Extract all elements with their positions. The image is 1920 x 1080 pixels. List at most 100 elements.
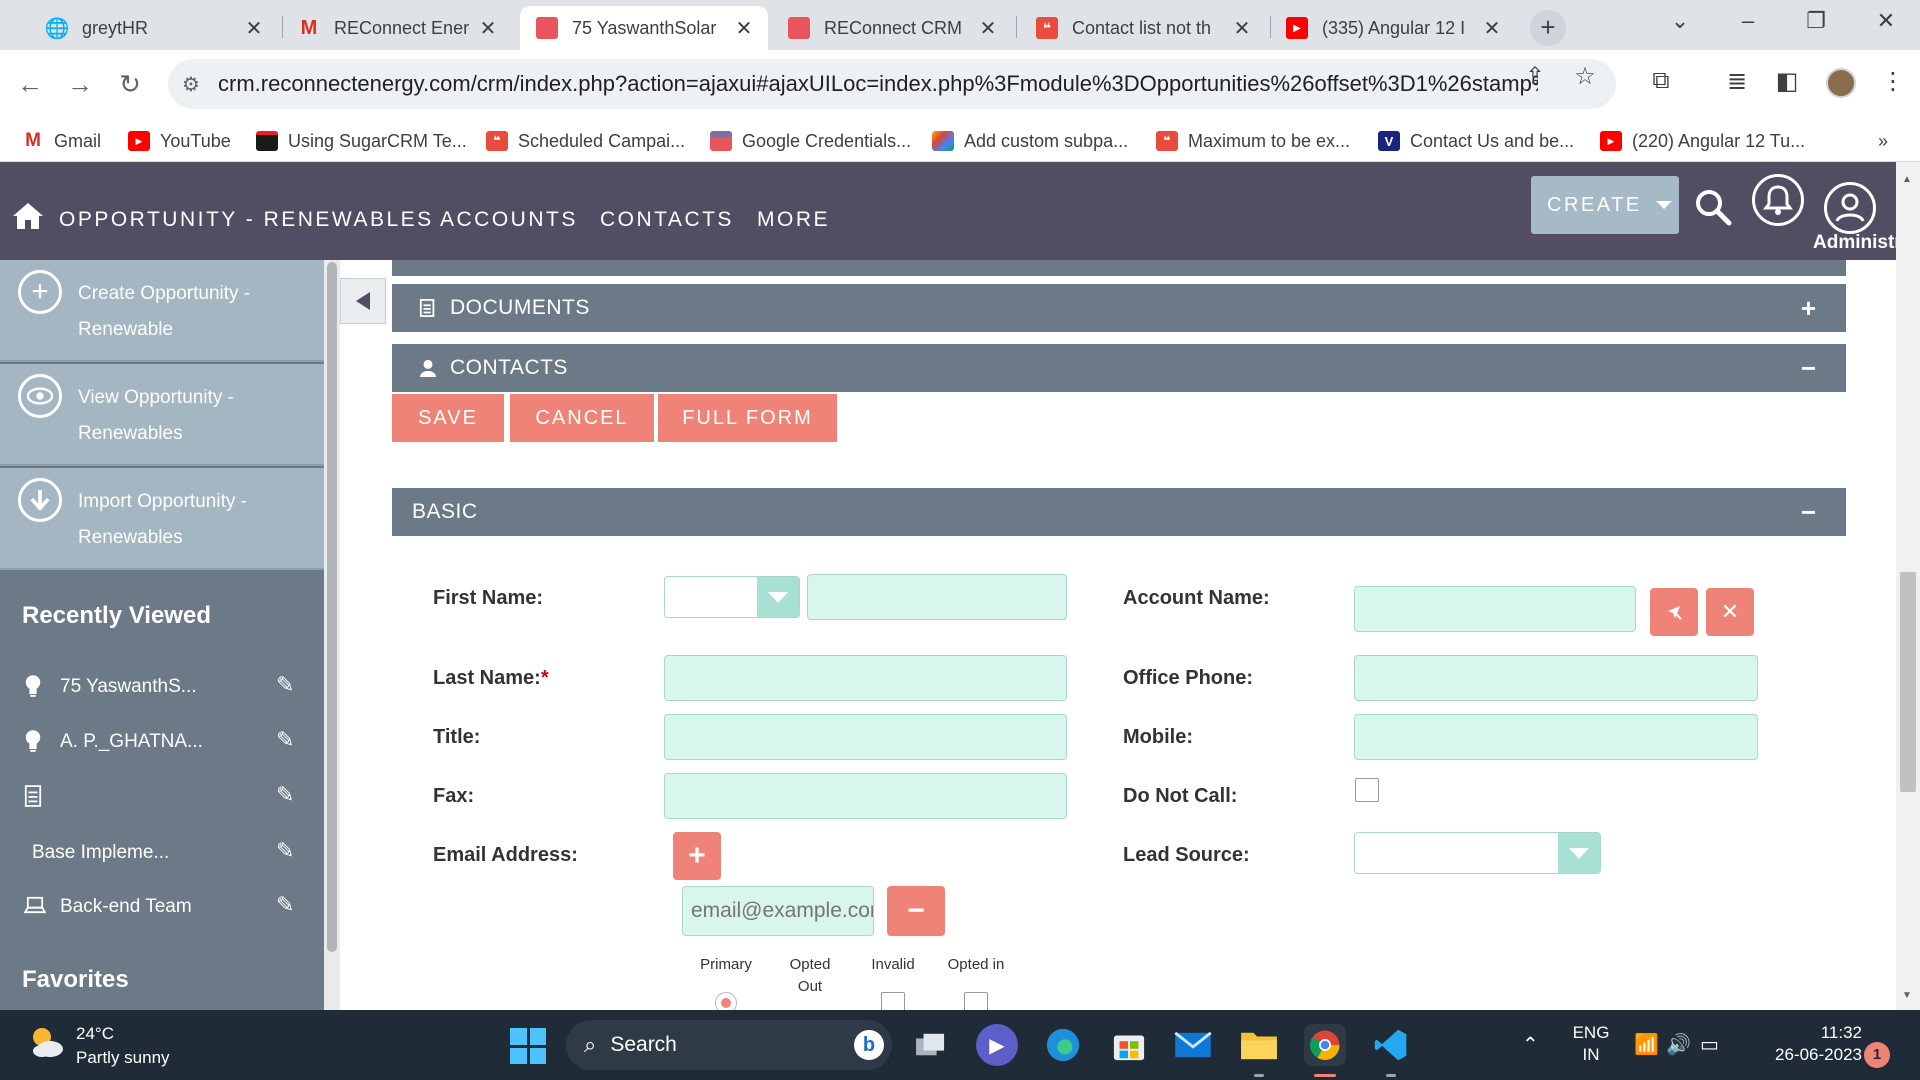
select-account-button[interactable]: [1650, 588, 1698, 636]
admin-label[interactable]: Administr: [1813, 232, 1902, 254]
battery-icon[interactable]: ▭: [1700, 1032, 1719, 1057]
store-icon[interactable]: [1108, 1024, 1150, 1066]
collapse-icon[interactable]: −: [1801, 497, 1816, 528]
home-icon[interactable]: [12, 202, 44, 230]
pencil-icon[interactable]: ✎: [276, 782, 294, 808]
taskbar-search[interactable]: ⌕ Search b: [566, 1020, 892, 1070]
media-queue-icon[interactable]: ≣: [1720, 67, 1754, 96]
weather-widget[interactable]: 24°C Partly sunny: [26, 1022, 170, 1070]
email-input[interactable]: [682, 886, 874, 936]
reload-button[interactable]: ↻: [112, 66, 148, 102]
dropdown-arrow-icon[interactable]: [757, 577, 799, 617]
forward-button[interactable]: →: [62, 66, 98, 102]
wifi-icon[interactable]: 📶: [1634, 1032, 1659, 1057]
bing-icon[interactable]: b: [854, 1030, 884, 1060]
page-scrollbar[interactable]: ▲ ▼: [1896, 162, 1920, 1010]
full-form-button[interactable]: FULL FORM: [658, 394, 837, 442]
url-text[interactable]: crm.reconnectenergy.com/crm/index.php?ac…: [218, 71, 1538, 97]
language-indicator[interactable]: ENG IN: [1566, 1022, 1616, 1066]
sidebar-action-view[interactable]: View Opportunity - Renewables: [0, 364, 324, 466]
back-button[interactable]: ←: [12, 66, 48, 102]
account-name-input[interactable]: [1354, 586, 1636, 632]
side-panel-icon[interactable]: ◧: [1770, 67, 1804, 96]
task-view-icon[interactable]: [910, 1024, 952, 1066]
contacts-panel-header[interactable]: CONTACTS −: [392, 344, 1846, 392]
fax-input[interactable]: [664, 773, 1067, 819]
start-button[interactable]: [510, 1028, 546, 1064]
scroll-up-icon[interactable]: ▲: [1902, 174, 1912, 185]
browser-tab[interactable]: REConnect CRM ✕: [772, 6, 1012, 50]
close-tab-icon[interactable]: ✕: [734, 16, 754, 41]
bookmark-item[interactable]: ❝ Maximum to be ex...: [1156, 128, 1350, 154]
collapse-icon[interactable]: −: [1801, 353, 1816, 384]
browser-tab[interactable]: ❝ Contact list not th ✕: [1020, 6, 1266, 50]
minimize-button[interactable]: –: [1728, 8, 1768, 34]
notification-badge[interactable]: 1: [1864, 1042, 1890, 1068]
tab-search-chevron-icon[interactable]: ⌄: [1660, 8, 1700, 34]
documents-panel-header[interactable]: DOCUMENTS +: [392, 284, 1846, 332]
profile-avatar[interactable]: [1826, 68, 1856, 98]
first-name-input[interactable]: [807, 574, 1067, 620]
pencil-icon[interactable]: ✎: [276, 892, 294, 918]
omnibox[interactable]: ⚙ crm.reconnectenergy.com/crm/index.php?…: [168, 59, 1616, 109]
more-bookmarks-button[interactable]: »: [1878, 128, 1888, 154]
close-tab-icon[interactable]: ✕: [978, 16, 998, 41]
last-name-input[interactable]: [664, 655, 1067, 701]
nav-item-contacts[interactable]: CONTACTS: [600, 208, 734, 232]
recent-item[interactable]: A. P._GHATNA... ✎: [0, 717, 324, 767]
bookmark-item[interactable]: Using SugarCRM Te...: [256, 128, 467, 154]
office-phone-input[interactable]: [1354, 655, 1758, 701]
collapse-sidebar-button[interactable]: [340, 278, 386, 324]
site-info-icon[interactable]: ⚙: [182, 72, 212, 97]
dropdown-arrow-icon[interactable]: [1558, 833, 1600, 873]
extensions-icon[interactable]: ⧉: [1644, 67, 1678, 95]
browser-tab[interactable]: 🌐 greytHR ✕: [30, 6, 278, 50]
recent-item[interactable]: ✎: [0, 772, 324, 822]
expand-icon[interactable]: +: [1801, 293, 1816, 324]
search-icon[interactable]: [1694, 188, 1732, 226]
recent-item[interactable]: Base Impleme... ✎: [0, 828, 324, 878]
browser-tab[interactable]: ▶ (335) Angular 12 I ✕: [1270, 6, 1516, 50]
bookmark-item[interactable]: Google Credentials...: [710, 128, 911, 154]
nav-item-accounts[interactable]: ACCOUNTS: [440, 208, 578, 232]
bookmark-item[interactable]: ▶ (220) Angular 12 Tu...: [1600, 128, 1805, 154]
nav-item-opportunity-renewables[interactable]: OPPORTUNITY - RENEWABLES: [59, 208, 434, 232]
create-button[interactable]: CREATE: [1531, 176, 1679, 234]
browser-tab[interactable]: M REConnect Energy ✕: [282, 6, 512, 50]
recent-item[interactable]: 75 YaswanthS... ✎: [0, 662, 324, 712]
close-tab-icon[interactable]: ✕: [1232, 16, 1252, 41]
edge-icon[interactable]: [1042, 1024, 1084, 1066]
browser-menu-icon[interactable]: ⋮: [1876, 67, 1910, 96]
notifications-button[interactable]: [1752, 174, 1804, 226]
recent-item[interactable]: Back-end Team ✎: [0, 882, 324, 932]
save-button[interactable]: SAVE: [392, 394, 504, 442]
close-window-button[interactable]: ✕: [1866, 8, 1906, 34]
scrollbar-thumb[interactable]: [1900, 572, 1916, 792]
clock[interactable]: 11:32 26-06-2023: [1742, 1022, 1862, 1066]
bookmark-star-icon[interactable]: ☆: [1570, 62, 1600, 91]
close-tab-icon[interactable]: ✕: [1482, 16, 1502, 41]
bookmark-item[interactable]: M Gmail: [22, 128, 101, 154]
do-not-call-checkbox[interactable]: [1355, 778, 1379, 802]
bookmark-item[interactable]: V Contact Us and be...: [1378, 128, 1574, 154]
user-menu-button[interactable]: [1824, 182, 1876, 234]
vscode-icon[interactable]: [1370, 1024, 1412, 1066]
pencil-icon[interactable]: ✎: [276, 838, 294, 864]
scrollbar-thumb[interactable]: [327, 262, 337, 952]
new-tab-button[interactable]: +: [1530, 10, 1566, 46]
share-icon[interactable]: ⇪: [1520, 62, 1550, 91]
chevron-up-icon[interactable]: ⌃: [1522, 1032, 1539, 1057]
remove-email-button[interactable]: −: [887, 886, 945, 936]
bookmark-item[interactable]: Add custom subpa...: [932, 128, 1128, 154]
pencil-icon[interactable]: ✎: [276, 727, 294, 753]
clear-account-button[interactable]: ✕: [1706, 588, 1754, 636]
mail-icon[interactable]: [1172, 1024, 1214, 1066]
nav-item-more[interactable]: MORE: [757, 208, 830, 232]
sidebar-scrollbar[interactable]: [324, 260, 340, 1010]
teams-chat-icon[interactable]: ▶: [976, 1024, 1018, 1066]
file-explorer-icon[interactable]: [1238, 1024, 1280, 1066]
speaker-icon[interactable]: 🔊: [1666, 1032, 1691, 1057]
basic-panel-header[interactable]: BASIC −: [392, 488, 1846, 536]
restore-button[interactable]: ❐: [1796, 8, 1836, 34]
lead-source-select[interactable]: [1354, 832, 1601, 874]
